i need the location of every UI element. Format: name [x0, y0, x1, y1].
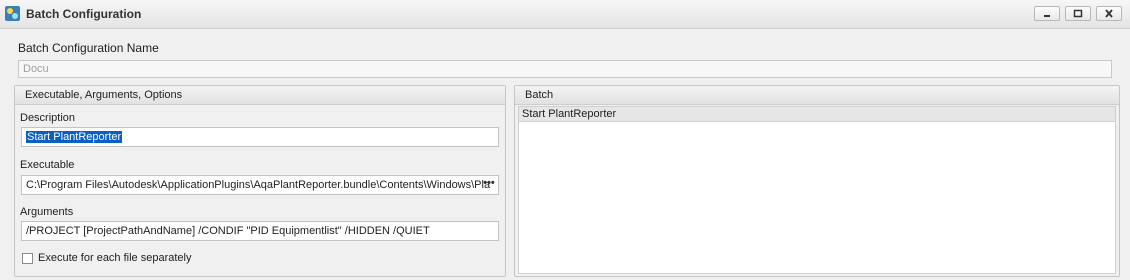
executable-label: Executable [20, 159, 75, 171]
description-value: Start PlantReporter [26, 131, 123, 143]
app-icon [5, 6, 20, 21]
description-label: Description [20, 112, 76, 124]
arguments-input[interactable]: /PROJECT [ProjectPathAndName] /CONDIF "P… [21, 221, 499, 241]
execute-each-file-checkbox[interactable] [22, 253, 33, 264]
executable-panel: Executable, Arguments, Options Descripti… [14, 85, 506, 277]
batch-panel: Batch Start PlantReporter [514, 85, 1120, 277]
executable-input[interactable]: C:\Program Files\Autodesk\ApplicationPlu… [21, 175, 499, 195]
title-bar: Batch Configuration [0, 0, 1130, 29]
maximize-icon [1073, 9, 1083, 18]
config-name-input[interactable]: Docu [18, 60, 1112, 78]
maximize-button[interactable] [1065, 6, 1091, 21]
execute-each-file-label: Execute for each file separately [38, 252, 192, 264]
arguments-label: Arguments [20, 206, 74, 218]
config-name-label: Batch Configuration Name [18, 41, 159, 55]
minimize-icon [1044, 15, 1050, 17]
executable-value: C:\Program Files\Autodesk\ApplicationPlu… [26, 179, 491, 191]
browse-button[interactable]: ••• [482, 178, 496, 192]
window-title: Batch Configuration [26, 7, 142, 21]
batch-list[interactable]: Start PlantReporter [518, 106, 1116, 274]
close-icon [1105, 9, 1113, 18]
arguments-value: /PROJECT [ProjectPathAndName] /CONDIF "P… [26, 225, 430, 237]
close-button[interactable] [1096, 6, 1122, 21]
batch-panel-header: Batch [515, 86, 1119, 105]
executable-panel-header: Executable, Arguments, Options [15, 86, 505, 105]
list-item[interactable]: Start PlantReporter [519, 107, 1115, 122]
description-input[interactable]: Start PlantReporter [21, 127, 499, 147]
minimize-button[interactable] [1034, 6, 1060, 21]
